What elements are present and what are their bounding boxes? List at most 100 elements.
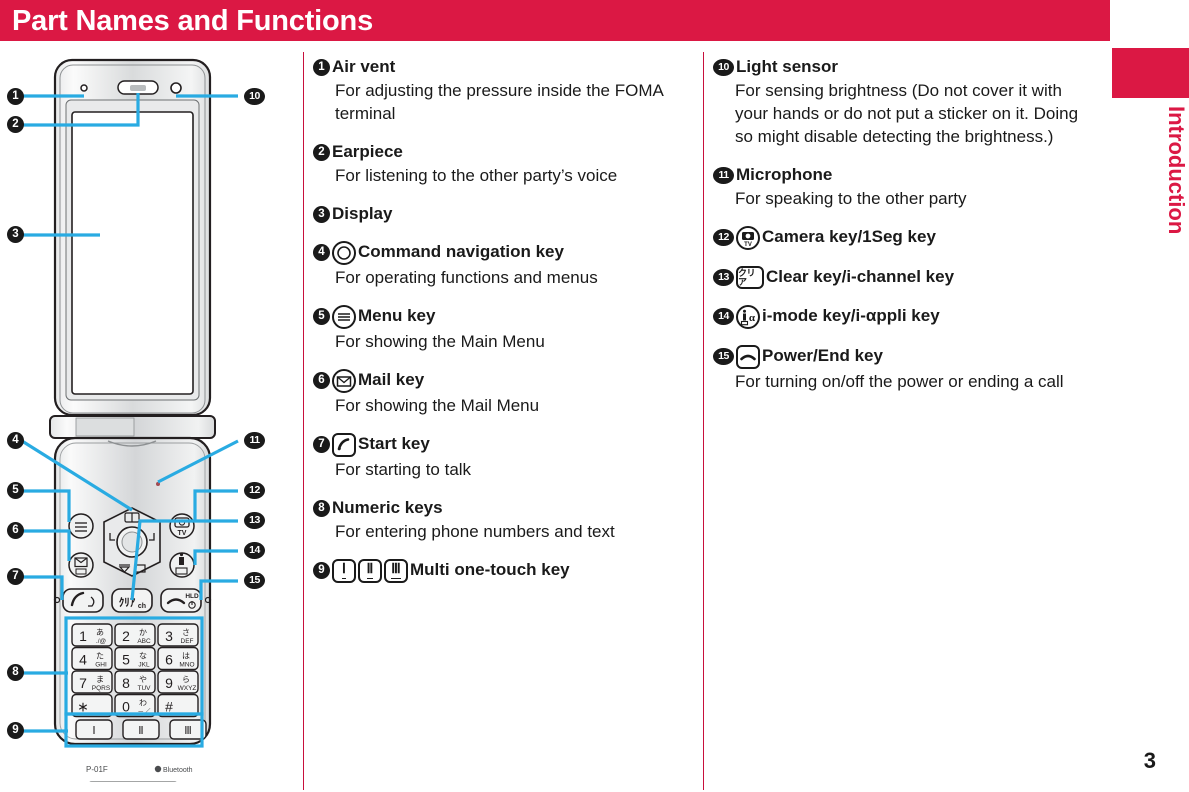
part-label: Camera key/1Seg key bbox=[762, 227, 936, 246]
part-entry-header: 7 Start key bbox=[313, 433, 695, 457]
part-number-badge: 14 bbox=[713, 308, 734, 325]
mail-key-icon bbox=[332, 369, 356, 393]
part-entry-4: 4 Command navigation key For operating fun… bbox=[313, 241, 695, 289]
phone-multi-key-2: Ⅱ bbox=[122, 719, 160, 740]
part-entry-header: 10 Light sensor bbox=[713, 56, 1095, 78]
part-number-badge: 2 bbox=[313, 144, 330, 161]
part-description: For starting to talk bbox=[335, 460, 472, 479]
part-entry-header: 14 α i-mode key/i-αppli key bbox=[713, 305, 1095, 329]
svg-text:HLD: HLD bbox=[185, 593, 199, 600]
svg-text:あ: あ bbox=[96, 628, 104, 637]
svg-text:GHI: GHI bbox=[95, 662, 107, 669]
manual-page: Part Names and Functions Introduction 3 bbox=[0, 0, 1189, 792]
part-entry-7: 7 Start key For starting to talk bbox=[313, 433, 695, 481]
svg-text:#: # bbox=[165, 699, 173, 715]
section-tab-block bbox=[1112, 48, 1189, 98]
part-label: Start key bbox=[358, 434, 430, 453]
part-entry-header: 9 Ⅰ Ⅱ Ⅲ Multi one-touch key bbox=[313, 559, 695, 583]
part-number-badge: 10 bbox=[713, 59, 734, 76]
camera-1seg-key-on-phone: TV bbox=[169, 513, 195, 539]
part-label: Microphone bbox=[736, 165, 833, 184]
part-number-badge: 9 bbox=[313, 562, 330, 579]
part-label: Power/End key bbox=[762, 346, 883, 365]
svg-text:4: 4 bbox=[79, 652, 87, 668]
svg-text:や: や bbox=[139, 675, 147, 684]
menu-key-icon bbox=[332, 305, 356, 329]
light-sensor-hole bbox=[170, 82, 182, 94]
callout-number-11: 11 bbox=[244, 432, 265, 449]
model-label: P-01F bbox=[86, 765, 108, 774]
part-description: For turning on/off the power or ending a… bbox=[735, 372, 1064, 391]
svg-text:JKL: JKL bbox=[138, 662, 150, 669]
part-description: For showing the Main Menu bbox=[335, 332, 545, 351]
part-entry-2: 2 Earpiece For listening to the other part… bbox=[313, 141, 695, 187]
svg-text:1: 1 bbox=[79, 628, 87, 644]
svg-text:WXYZ: WXYZ bbox=[178, 685, 197, 692]
callout-number-8: 8 bbox=[7, 664, 24, 681]
svg-text:か: か bbox=[139, 628, 147, 637]
svg-text:ABC: ABC bbox=[137, 638, 151, 645]
phone-multi-key-1: Ⅰ bbox=[75, 719, 113, 740]
part-entry-header: 6 Mail key bbox=[313, 369, 695, 393]
numeric-key-2: 2 かABC bbox=[114, 623, 156, 647]
svg-text:./@: ./@ bbox=[96, 638, 107, 645]
callout-number-13: 13 bbox=[244, 512, 265, 529]
svg-text:α: α bbox=[749, 312, 756, 324]
svg-text:6: 6 bbox=[165, 652, 173, 668]
svg-text:さ: さ bbox=[182, 628, 190, 637]
entry-column-right: 10 Light sensor For sensing brightness (Do… bbox=[713, 56, 1095, 409]
part-entry-3: 3 Display bbox=[313, 203, 695, 225]
bluetooth-label: Bluetooth bbox=[163, 767, 193, 774]
part-entry-header: 11 Microphone bbox=[713, 164, 1095, 186]
part-number-badge: 13 bbox=[713, 269, 734, 286]
numeric-key-8: 8 やTUV bbox=[114, 670, 156, 694]
part-number-badge: 11 bbox=[713, 167, 734, 184]
part-label: Mail key bbox=[358, 370, 425, 389]
part-entry-6: 6 Mail key For showing the Mail Menu bbox=[313, 369, 695, 417]
multi-key-label: Ⅲ bbox=[391, 562, 401, 579]
camera-1seg-key-icon: TV bbox=[736, 226, 760, 250]
part-entry-14: 14 α i-mode key/i-αppli key bbox=[713, 305, 1095, 329]
multi-key-label: Ⅰ bbox=[341, 562, 347, 579]
entry-column-middle: 1 Air vent For adjusting the pressure insi… bbox=[313, 56, 695, 599]
svg-text:5: 5 bbox=[122, 652, 130, 668]
power-end-key-on-phone: HLD bbox=[160, 588, 202, 613]
numeric-key-3: 3 さDEF bbox=[157, 623, 199, 647]
part-entry-9: 9 Ⅰ Ⅱ Ⅲ Multi one-touch key bbox=[313, 559, 695, 583]
mail-key-on-phone bbox=[68, 552, 94, 578]
part-description: For showing the Mail Menu bbox=[335, 396, 540, 415]
svg-text:た: た bbox=[96, 652, 104, 661]
part-number-badge: 6 bbox=[313, 372, 330, 389]
svg-text:DEF: DEF bbox=[181, 638, 194, 645]
page-title: Part Names and Functions bbox=[12, 5, 373, 37]
svg-text:は: は bbox=[182, 652, 190, 661]
part-label: Command navigation key bbox=[358, 242, 564, 261]
clear-key-icon: クリア bbox=[736, 266, 764, 289]
numeric-key-6: 6 はMNO bbox=[157, 646, 199, 671]
part-entry-header: 12 TV Camera key/1Seg key bbox=[713, 226, 1095, 250]
phone-illustration-svg: TV ｸﾘｱ ch HLD P-01F Bluetooth 1 あ./@ 2 か… bbox=[21, 58, 239, 782]
imode-key-on-phone bbox=[169, 552, 195, 578]
part-description: For adjusting the pressure inside the FO… bbox=[335, 81, 663, 123]
part-description: For entering phone numbers and text bbox=[335, 522, 615, 541]
numeric-key-4: 4 たGHI bbox=[71, 646, 113, 671]
part-label: Display bbox=[332, 204, 393, 223]
part-number-badge: 4 bbox=[313, 244, 330, 261]
part-label: i-mode key/i-αppli key bbox=[762, 306, 940, 325]
clear-key-label: クリア bbox=[738, 267, 756, 287]
part-label: Menu key bbox=[358, 306, 436, 325]
svg-text:Ⅰ: Ⅰ bbox=[92, 725, 95, 737]
callout-number-2: 2 bbox=[7, 116, 24, 133]
start-key-icon bbox=[332, 433, 356, 457]
part-number-badge: 12 bbox=[713, 229, 734, 246]
page-number: 3 bbox=[1143, 748, 1156, 773]
multi-key-label: Ⅱ bbox=[366, 562, 374, 579]
phone-hinge bbox=[49, 415, 216, 439]
svg-text:わ: わ bbox=[139, 699, 147, 708]
svg-text:TV: TV bbox=[178, 530, 187, 537]
part-entry-header: 1 Air vent bbox=[313, 56, 695, 78]
part-number-badge: 7 bbox=[313, 436, 330, 453]
svg-text:Ⅲ: Ⅲ bbox=[184, 725, 192, 737]
part-description: For operating functions and menus bbox=[335, 268, 598, 287]
menu-key-on-phone bbox=[68, 513, 94, 539]
